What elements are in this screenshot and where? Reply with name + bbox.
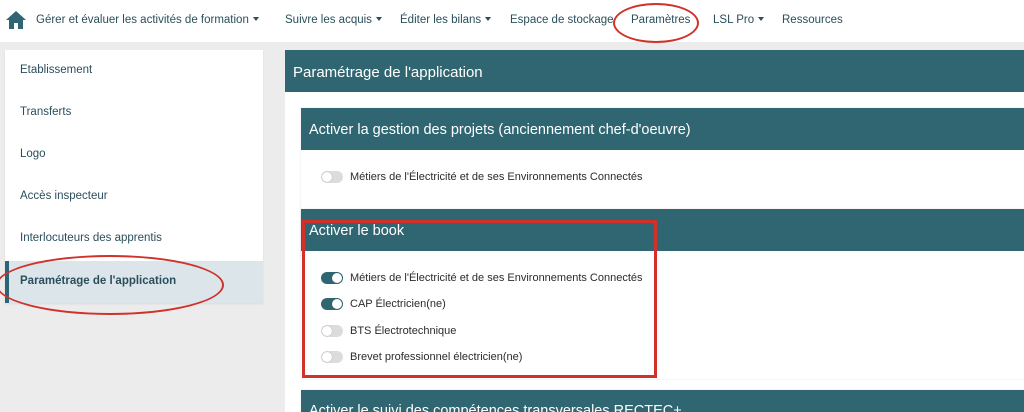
sidebar-item-parametrage[interactable]: Paramétrage de l'application [5,261,263,303]
toggle-label: BTS Électrotechnique [350,325,457,337]
toggle-switch[interactable] [321,325,343,337]
top-navbar: Gérer et évaluer les activités de format… [0,0,1024,43]
nav-item-suivre-acquis[interactable]: Suivre les acquis [285,14,382,26]
toggle-knob [322,326,332,336]
section-book: Activer le book Métiers de l'Électricité… [301,209,1024,379]
toggle-label: Métiers de l'Électricité et de ses Envir… [350,272,643,284]
sidebar-item-transferts[interactable]: Transferts [5,92,263,134]
section-rectec: Activer le suivi des compétences transve… [301,390,1024,412]
nav-item-parametres[interactable]: Paramètres [631,14,690,26]
toggle-switch[interactable] [321,351,343,363]
toggle-switch[interactable] [321,272,343,284]
toggle-knob [332,273,342,283]
nav-item-editer-bilans[interactable]: Éditer les bilans [400,14,492,26]
nav-item-lsl-pro[interactable]: LSL Pro [713,14,765,26]
main-panel: Paramétrage de l'application Activer la … [285,50,1024,412]
section-title: Activer le suivi des compétences transve… [309,403,682,412]
toggle-knob [322,172,332,182]
nav-item-activites[interactable]: Gérer et évaluer les activités de format… [36,14,259,26]
nav-item-ressources[interactable]: Ressources [782,14,843,26]
toggle-label: Métiers de l'Électricité et de ses Envir… [350,171,643,183]
toggle-knob [322,352,332,362]
sidebar-item-acces-inspecteur[interactable]: Accès inspecteur [5,176,263,218]
home-icon[interactable] [5,10,27,30]
section-title: Activer le book [301,209,1024,251]
sidebar-item-interlocuteurs[interactable]: Interlocuteurs des apprentis [5,218,263,260]
toggle-knob [332,299,342,309]
caret-down-icon [485,17,492,21]
caret-down-icon [758,17,765,21]
page-title: Paramétrage de l'application [285,50,1024,92]
caret-down-icon [252,17,259,21]
caret-down-icon [375,17,382,21]
toggle-label: CAP Électricien(ne) [350,298,446,310]
settings-sidebar: Etablissement Transferts Logo Accès insp… [5,50,263,303]
toggle-switch[interactable] [321,171,343,183]
toggle-label: Brevet professionnel électricien(ne) [350,351,523,363]
toggle-switch[interactable] [321,298,343,310]
sidebar-item-etablissement[interactable]: Etablissement [5,50,263,92]
sidebar-item-logo[interactable]: Logo [5,134,263,176]
section-title: Activer la gestion des projets (ancienne… [301,108,1024,150]
nav-item-espace-stockage[interactable]: Espace de stockage [510,14,614,26]
